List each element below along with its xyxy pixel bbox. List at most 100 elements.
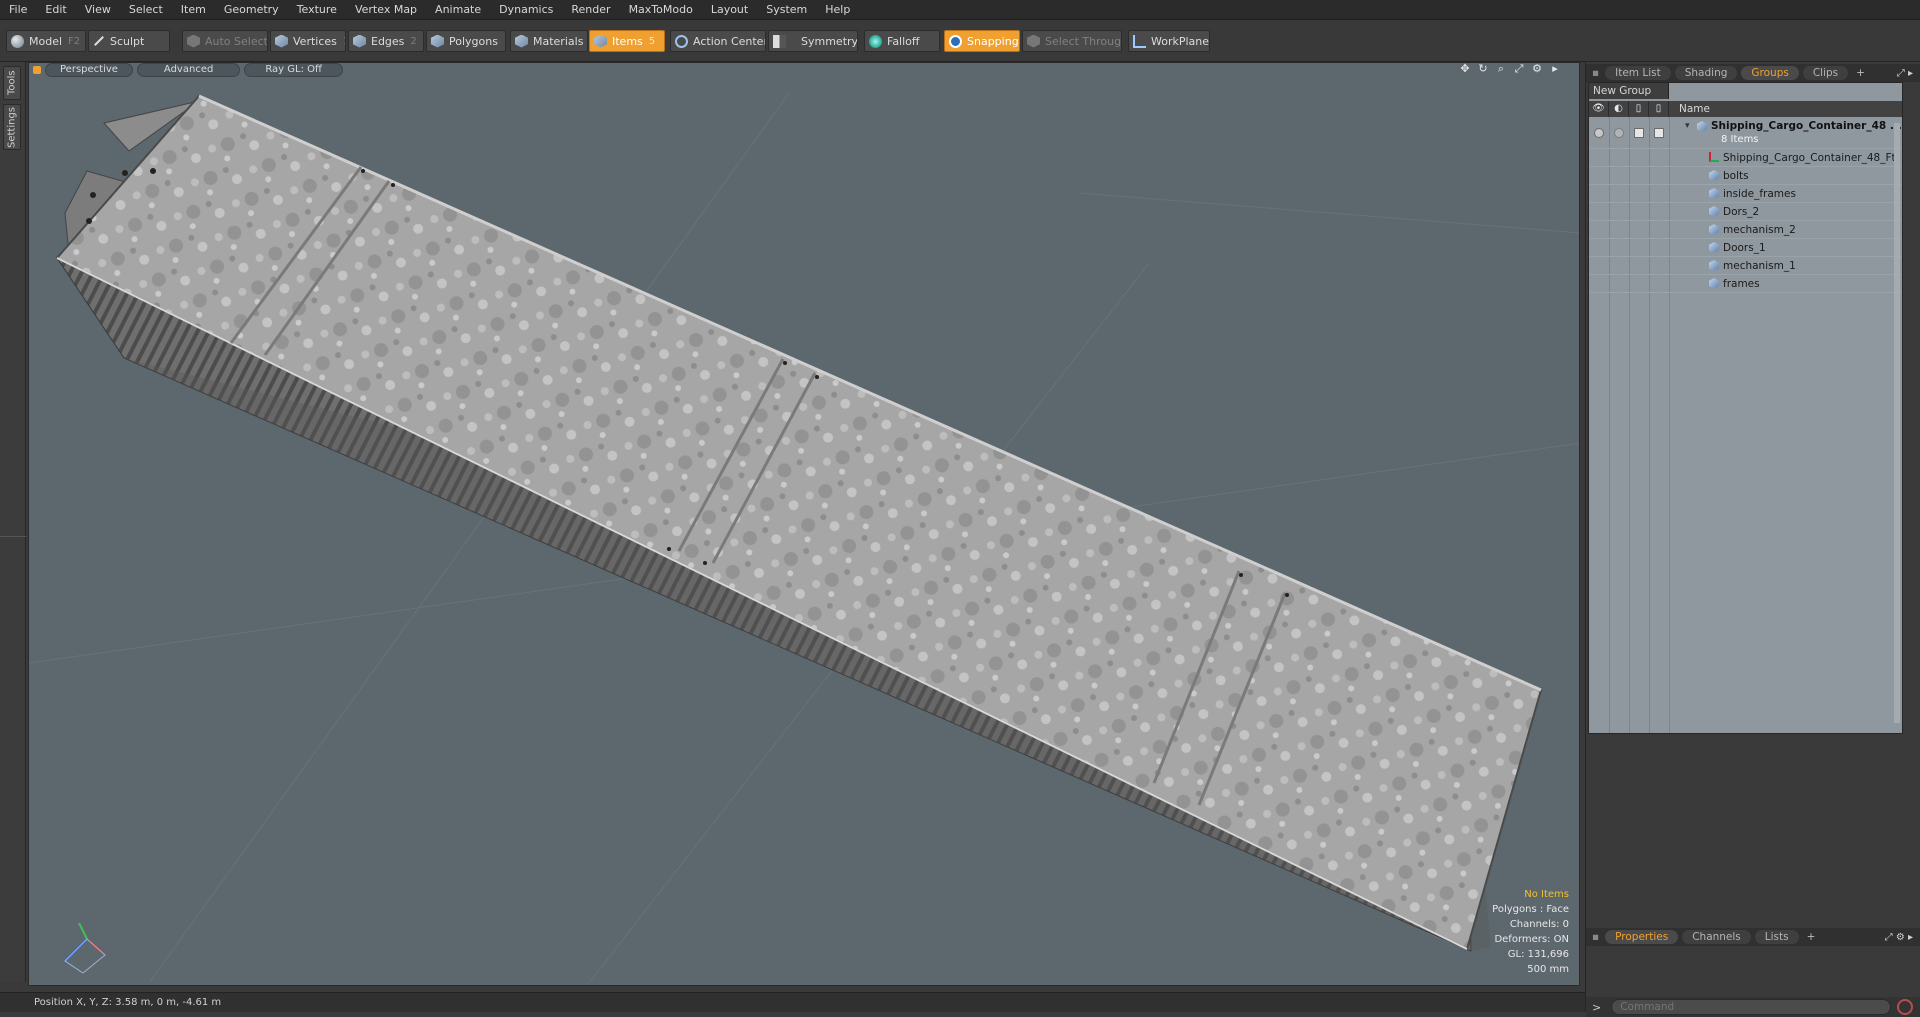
- list-item[interactable]: mechanism_2: [1589, 221, 1902, 239]
- locator-icon: [1709, 152, 1719, 162]
- falloff-button[interactable]: Falloff: [864, 30, 940, 52]
- tab-clips[interactable]: Clips: [1802, 66, 1849, 80]
- add-tab-button[interactable]: +: [1852, 66, 1869, 80]
- sculpt-mode-button[interactable]: Sculpt: [88, 30, 170, 52]
- menu-geometry[interactable]: Geometry: [215, 0, 288, 20]
- select-through-icon: [1027, 34, 1040, 48]
- list-item[interactable]: mechanism_1: [1589, 257, 1902, 275]
- menu-view[interactable]: View: [76, 0, 120, 20]
- menu-vertex-map[interactable]: Vertex Map: [346, 0, 426, 20]
- action-center-button[interactable]: Action Center: [670, 30, 766, 52]
- scrollbar[interactable]: [1894, 123, 1900, 723]
- command-history-icon[interactable]: [1897, 999, 1914, 1015]
- list-item[interactable]: frames: [1589, 275, 1902, 293]
- panel-expand-icon[interactable]: ⤢ ▸: [1897, 68, 1913, 79]
- list-item[interactable]: Dors_2: [1589, 203, 1902, 221]
- visibility-column-icon[interactable]: 👁: [1589, 101, 1609, 117]
- items-button[interactable]: Items 5: [589, 30, 665, 52]
- new-group-button[interactable]: New Group: [1589, 83, 1669, 99]
- tab-lists[interactable]: Lists: [1754, 930, 1799, 944]
- gear-icon[interactable]: ⚙: [1531, 63, 1543, 75]
- status-bar: Position X, Y, Z: 3.58 m, 0 m, -4.61 m: [0, 992, 1585, 1012]
- viewport-menu-icon[interactable]: [33, 66, 41, 74]
- add-tab-button[interactable]: +: [1803, 930, 1820, 944]
- group-icon: [1697, 121, 1707, 132]
- groups-list: New Group 👁 ◐ ▯ ▯ Name ▾ Shipping_Cargo_…: [1588, 82, 1903, 734]
- lock-column-icon[interactable]: ▯: [1629, 101, 1649, 117]
- menu-texture[interactable]: Texture: [288, 0, 346, 20]
- tab-shading[interactable]: Shading: [1674, 66, 1738, 80]
- edges-icon: [353, 34, 366, 48]
- group-row[interactable]: ▾ Shipping_Cargo_Container_48 ... 8 Item…: [1589, 119, 1902, 149]
- menu-dynamics[interactable]: Dynamics: [490, 0, 562, 20]
- mesh-icon: [1709, 206, 1719, 217]
- rotate-icon[interactable]: ↻: [1477, 63, 1489, 75]
- mesh-icon: [1709, 260, 1719, 271]
- model-mode-button[interactable]: Model F2: [6, 30, 86, 52]
- workplane-button[interactable]: WorkPlane: [1128, 30, 1210, 52]
- menu-item[interactable]: Item: [172, 0, 215, 20]
- auto-select-button[interactable]: Auto Select: [182, 30, 268, 52]
- lock-checkbox[interactable]: [1634, 128, 1644, 138]
- 3d-viewport[interactable]: Perspective Advanced Ray GL: Off ✥ ↻ ⌕ ⤢…: [28, 62, 1580, 986]
- view-mode-dropdown[interactable]: Perspective: [45, 63, 133, 77]
- menu-system[interactable]: System: [757, 0, 816, 20]
- panel-menu-icon[interactable]: ▪: [1590, 66, 1601, 80]
- menu-animate[interactable]: Animate: [426, 0, 490, 20]
- materials-button[interactable]: Materials: [510, 30, 588, 52]
- menu-layout[interactable]: Layout: [702, 0, 757, 20]
- menu-file[interactable]: File: [0, 0, 36, 20]
- mesh-icon: [1709, 278, 1719, 289]
- menu-bar: File Edit View Select Item Geometry Text…: [0, 0, 1920, 20]
- menu-edit[interactable]: Edit: [36, 0, 75, 20]
- polygons-button[interactable]: Polygons: [426, 30, 506, 52]
- tools-tab[interactable]: Tools: [3, 66, 21, 100]
- panel-options-icon[interactable]: ⤢ ⚙ ▸: [1885, 932, 1913, 943]
- menu-maxtomodo[interactable]: MaxToModo: [620, 0, 702, 20]
- render-toggle-icon[interactable]: [1614, 128, 1624, 138]
- snapping-button[interactable]: Snapping: [944, 30, 1020, 52]
- render-column-icon[interactable]: ◐: [1609, 101, 1629, 117]
- groups-column-header: 👁 ◐ ▯ ▯ Name: [1589, 101, 1902, 117]
- item-name: bolts: [1723, 169, 1749, 182]
- workplane-label: WorkPlane: [1151, 34, 1210, 48]
- collapse-icon[interactable]: ▾: [1685, 121, 1690, 131]
- list-item[interactable]: bolts: [1589, 167, 1902, 185]
- polygons-icon: [431, 34, 444, 48]
- list-item[interactable]: Shipping_Cargo_Container_48_Ft: [1589, 149, 1902, 167]
- command-input[interactable]: [1611, 999, 1892, 1015]
- select-column-icon[interactable]: ▯: [1649, 101, 1669, 117]
- pan-icon[interactable]: ✥: [1459, 63, 1471, 75]
- menu-select[interactable]: Select: [120, 0, 172, 20]
- edges-button[interactable]: Edges 2: [348, 30, 424, 52]
- zoom-icon[interactable]: ⌕: [1495, 63, 1507, 75]
- eye-icon[interactable]: [1594, 128, 1604, 138]
- tab-item-list[interactable]: Item List: [1605, 66, 1671, 80]
- edges-shortcut: 2: [410, 35, 417, 47]
- polygons-info: Polygons : Face: [1492, 904, 1569, 915]
- list-item[interactable]: inside_frames: [1589, 185, 1902, 203]
- chevron-right-icon[interactable]: ▸: [1549, 63, 1561, 75]
- select-through-button[interactable]: Select Through: [1022, 30, 1122, 52]
- symmetry-button[interactable]: Symmetry: [768, 30, 858, 52]
- scene-tabbar: ▪ Item List Shading Groups Clips + ⤢ ▸: [1586, 64, 1920, 82]
- viewport-info-overlay: No Items Polygons : Face Channels: 0 Def…: [1492, 887, 1569, 977]
- right-panel: ▪ Item List Shading Groups Clips + ⤢ ▸ N…: [1585, 62, 1920, 1017]
- item-name: Dors_2: [1723, 205, 1760, 218]
- item-name: frames: [1723, 277, 1760, 290]
- shading-dropdown[interactable]: Advanced: [136, 63, 241, 77]
- raygl-dropdown[interactable]: Ray GL: Off: [244, 63, 343, 77]
- maximize-icon[interactable]: ⤢: [1513, 63, 1525, 75]
- tab-channels[interactable]: Channels: [1682, 930, 1751, 944]
- menu-help[interactable]: Help: [816, 0, 859, 20]
- item-name: Shipping_Cargo_Container_48_Ft: [1723, 151, 1896, 164]
- list-item[interactable]: Doors_1: [1589, 239, 1902, 257]
- tab-properties[interactable]: Properties: [1605, 930, 1679, 944]
- items-icon: [594, 34, 607, 48]
- tab-groups[interactable]: Groups: [1741, 66, 1799, 80]
- select-checkbox[interactable]: [1654, 128, 1664, 138]
- panel-menu-icon[interactable]: ▪: [1590, 930, 1601, 944]
- menu-render[interactable]: Render: [562, 0, 619, 20]
- settings-tab[interactable]: Settings: [3, 104, 21, 150]
- vertices-button[interactable]: Vertices 1: [270, 30, 346, 52]
